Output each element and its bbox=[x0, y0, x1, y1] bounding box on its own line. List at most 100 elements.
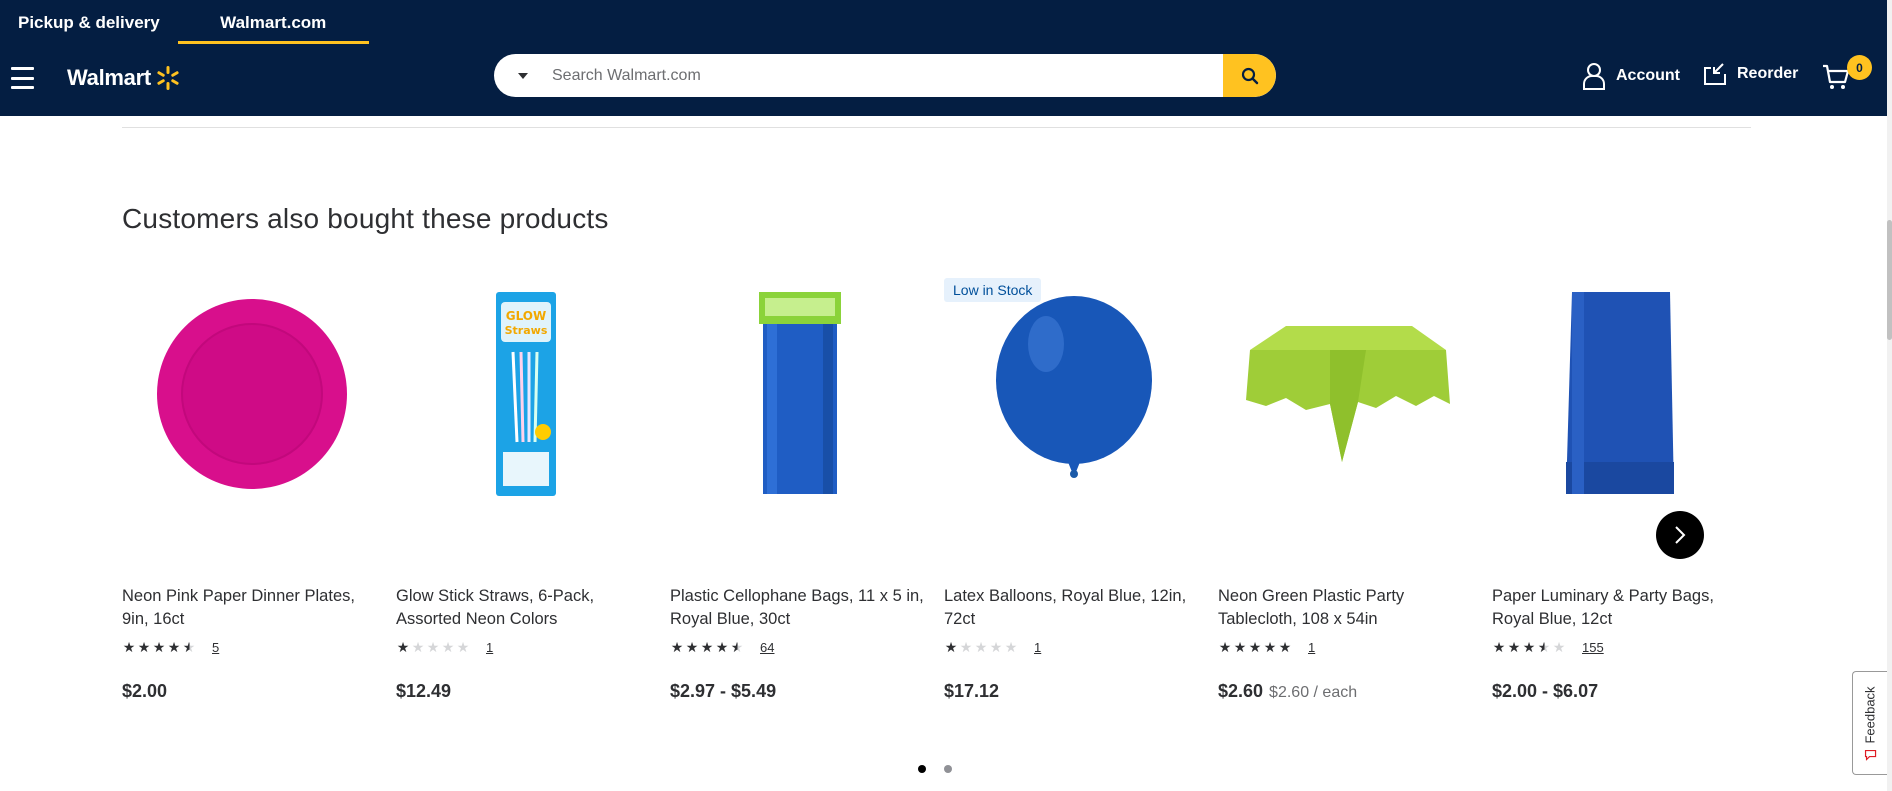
product-price: $2.60 $2.60 / each bbox=[1218, 681, 1357, 702]
product-title[interactable]: Neon Pink Paper Dinner Plates, 9in, 16ct bbox=[122, 585, 382, 631]
price-value: $17.12 bbox=[944, 681, 1000, 701]
star-icon: ★ bbox=[1248, 639, 1263, 655]
search-icon bbox=[1241, 67, 1258, 84]
product-price: $2.00 - $6.07 bbox=[1492, 681, 1598, 702]
product-image-paper-bag[interactable] bbox=[1492, 292, 1752, 494]
search-bar bbox=[494, 54, 1276, 97]
carousel-dot-1[interactable] bbox=[918, 765, 926, 773]
product-card[interactable]: Neon Pink Paper Dinner Plates, 9in, 16ct… bbox=[122, 278, 382, 718]
star-icon: ★ bbox=[411, 639, 426, 655]
svg-text:Straws: Straws bbox=[505, 324, 548, 337]
star-icon: ★ bbox=[1233, 639, 1248, 655]
reorder-icon bbox=[1704, 63, 1726, 85]
star-rating: ★ ★ ★ ★ ★ bbox=[396, 639, 471, 656]
star-icon: ★ bbox=[137, 639, 152, 655]
product-card[interactable]: GLOW Straws Glow Stick Straws, 6-Pack, A… bbox=[396, 278, 656, 718]
product-price: $2.97 - $5.49 bbox=[670, 681, 776, 702]
product-price: $2.00 bbox=[122, 681, 167, 702]
account-label: Account bbox=[1616, 67, 1680, 84]
tab-pickup-delivery[interactable]: Pickup & delivery bbox=[0, 0, 178, 44]
star-icon: ★ bbox=[1263, 639, 1278, 655]
person-icon bbox=[1583, 63, 1605, 90]
product-title[interactable]: Plastic Cellophane Bags, 11 x 5 in, Roya… bbox=[670, 585, 930, 631]
star-icon: ★ bbox=[1522, 639, 1537, 655]
star-icon: ★ bbox=[1537, 639, 1552, 655]
star-icon: ★ bbox=[715, 639, 730, 655]
star-rating: ★ ★ ★ ★ ★ bbox=[670, 639, 745, 656]
product-price: $17.12 bbox=[944, 681, 999, 702]
price-value: $2.60 bbox=[1218, 681, 1264, 701]
scrollbar-thumb[interactable] bbox=[1887, 220, 1892, 340]
product-card[interactable]: Paper Luminary & Party Bags, Royal Blue,… bbox=[1492, 278, 1752, 718]
product-image-glow-straws[interactable]: GLOW Straws bbox=[396, 292, 656, 496]
star-rating: ★ ★ ★ ★ ★ bbox=[1492, 639, 1567, 656]
review-count-link[interactable]: 155 bbox=[1582, 640, 1604, 655]
caret-down-icon bbox=[518, 72, 528, 79]
star-icon: ★ bbox=[1004, 639, 1019, 655]
account-button[interactable]: Account bbox=[1582, 62, 1680, 90]
review-count-link[interactable]: 1 bbox=[1308, 640, 1315, 655]
reorder-button[interactable]: Reorder bbox=[1703, 62, 1798, 86]
feedback-button[interactable]: Feedback bbox=[1852, 671, 1887, 775]
search-button[interactable] bbox=[1223, 54, 1276, 97]
svg-text:GLOW: GLOW bbox=[506, 309, 547, 323]
star-icon: ★ bbox=[730, 639, 745, 655]
product-image-pink-plate[interactable] bbox=[122, 294, 382, 494]
star-icon: ★ bbox=[396, 639, 411, 655]
product-card[interactable]: Plastic Cellophane Bags, 11 x 5 in, Roya… bbox=[670, 278, 930, 718]
review-count-link[interactable]: 1 bbox=[486, 640, 493, 655]
review-count-link[interactable]: 5 bbox=[212, 640, 219, 655]
price-value: $2.97 - $5.49 bbox=[670, 681, 777, 701]
product-image-cello-bags[interactable] bbox=[670, 292, 930, 494]
star-icon: ★ bbox=[456, 639, 471, 655]
product-title[interactable]: Neon Green Plastic Party Tablecloth, 108… bbox=[1218, 585, 1478, 631]
section-divider bbox=[122, 127, 1751, 128]
product-image-tablecloth[interactable] bbox=[1218, 294, 1478, 494]
star-icon: ★ bbox=[426, 639, 441, 655]
star-icon: ★ bbox=[122, 639, 137, 655]
menu-icon[interactable] bbox=[11, 67, 34, 89]
star-icon: ★ bbox=[1278, 639, 1293, 655]
star-icon: ★ bbox=[1218, 639, 1233, 655]
star-icon: ★ bbox=[1507, 639, 1522, 655]
product-title[interactable]: Paper Luminary & Party Bags, Royal Blue,… bbox=[1492, 585, 1752, 631]
price-value: $12.49 bbox=[396, 681, 452, 701]
product-price: $12.49 bbox=[396, 681, 451, 702]
top-nav: Pickup & delivery Walmart.com bbox=[0, 0, 369, 44]
star-icon: ★ bbox=[167, 639, 182, 655]
cart-button[interactable] bbox=[1822, 64, 1850, 95]
star-icon: ★ bbox=[182, 639, 197, 655]
star-icon: ★ bbox=[1552, 639, 1567, 655]
product-image-balloon[interactable] bbox=[944, 294, 1204, 494]
review-count-link[interactable]: 64 bbox=[760, 640, 774, 655]
review-count-link[interactable]: 1 bbox=[1034, 640, 1041, 655]
product-title[interactable]: Latex Balloons, Royal Blue, 12in, 72ct bbox=[944, 585, 1204, 631]
star-icon: ★ bbox=[700, 639, 715, 655]
product-card[interactable]: Low in Stock Latex Balloons, Royal Blue,… bbox=[944, 278, 1204, 718]
spark-icon bbox=[157, 66, 179, 90]
feedback-label: Feedback bbox=[1862, 685, 1878, 744]
tab-walmart-com[interactable]: Walmart.com bbox=[177, 0, 369, 44]
department-dropdown[interactable] bbox=[494, 54, 552, 97]
star-rating: ★ ★ ★ ★ ★ bbox=[1218, 639, 1293, 656]
carousel-next-button[interactable] bbox=[1656, 511, 1704, 559]
price-value: $2.00 bbox=[122, 681, 168, 701]
chat-bubble-icon bbox=[1864, 749, 1876, 761]
product-carousel: Neon Pink Paper Dinner Plates, 9in, 16ct… bbox=[122, 278, 1751, 718]
product-rating: ★ ★ ★ ★ ★ 64 bbox=[670, 639, 775, 656]
reorder-label: Reorder bbox=[1737, 65, 1799, 82]
cart-count-badge: 0 bbox=[1847, 55, 1872, 80]
product-card[interactable]: Neon Green Plastic Party Tablecloth, 108… bbox=[1218, 278, 1478, 718]
star-icon: ★ bbox=[685, 639, 700, 655]
page-scrollbar[interactable] bbox=[1887, 0, 1892, 791]
product-title[interactable]: Glow Stick Straws, 6-Pack, Assorted Neon… bbox=[396, 585, 656, 631]
star-icon: ★ bbox=[670, 639, 685, 655]
section-title: Customers also bought these products bbox=[122, 203, 609, 234]
search-input[interactable] bbox=[552, 54, 1223, 97]
star-icon: ★ bbox=[441, 639, 456, 655]
product-rating: ★ ★ ★ ★ ★ 155 bbox=[1492, 639, 1604, 656]
carousel-dot-2[interactable] bbox=[944, 765, 952, 773]
product-rating: ★ ★ ★ ★ ★ 1 bbox=[944, 639, 1042, 656]
star-rating: ★ ★ ★ ★ ★ bbox=[944, 639, 1019, 656]
walmart-logo[interactable]: Walmart bbox=[67, 65, 181, 91]
